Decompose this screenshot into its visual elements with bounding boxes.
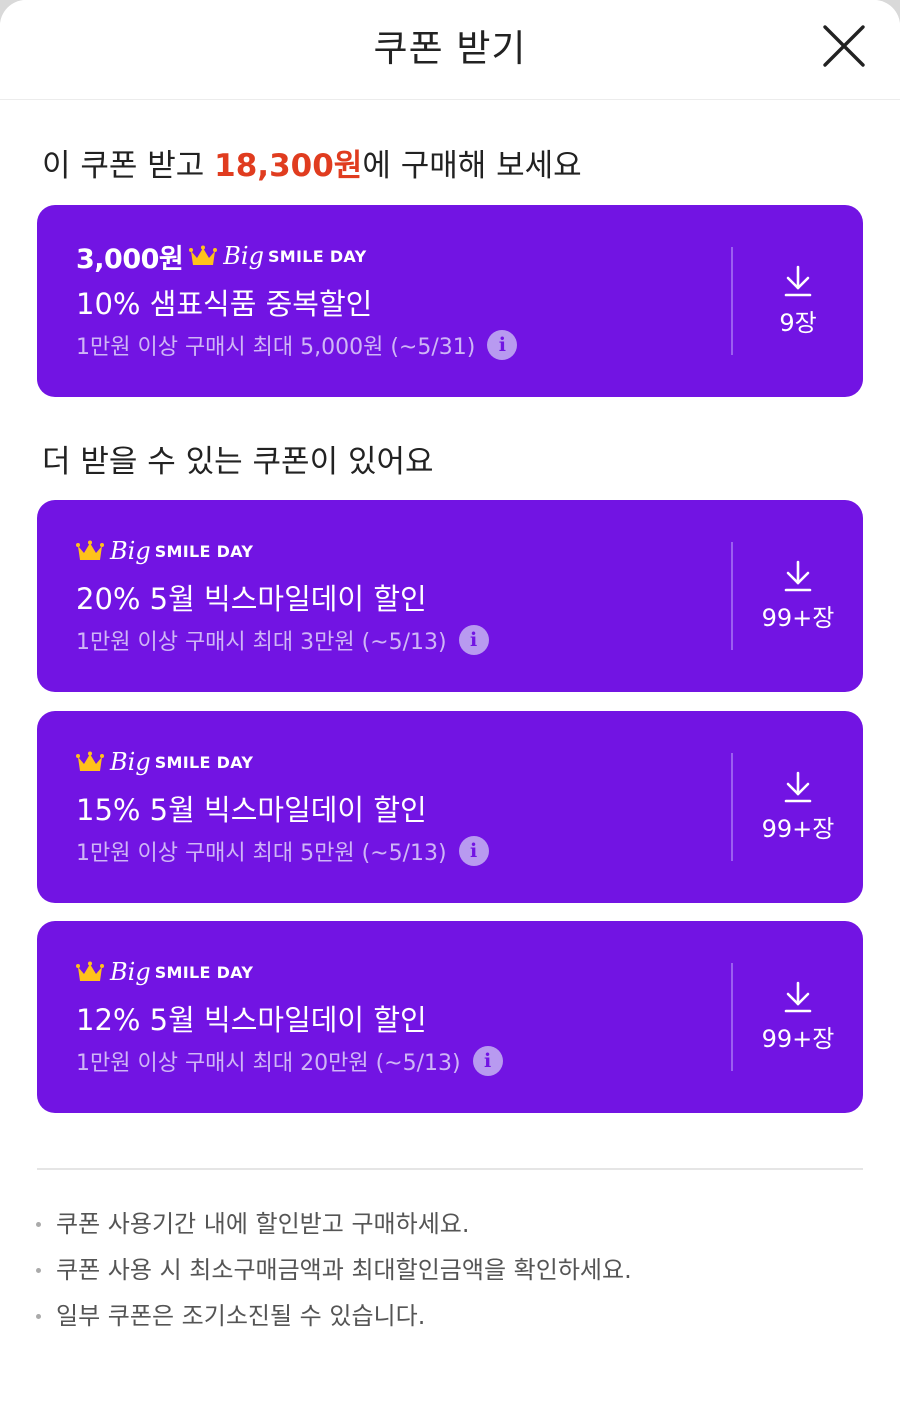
coupon-condition-text: 1만원 이상 구매시 최대 20만원 (~5/13) bbox=[76, 1051, 461, 1076]
coupon-condition-text: 1만원 이상 구매시 최대 3만원 (~5/13) bbox=[76, 630, 447, 655]
crown-icon bbox=[76, 961, 104, 981]
coupon-title: 12% 5월 빅스마일데이 할인 bbox=[76, 1003, 427, 1037]
note-item: 쿠폰 사용 시 최소구매금액과 최대할인금액을 확인하세요. bbox=[36, 1251, 632, 1297]
coupon-count: 99+장 bbox=[761, 814, 835, 843]
final-price: 18,300원 bbox=[214, 148, 363, 184]
close-button[interactable] bbox=[820, 22, 868, 70]
coupon-brand-row: Big SMILE DAY bbox=[76, 955, 713, 989]
heading-suffix: 에 구매해 보세요 bbox=[362, 148, 582, 184]
coupon-card[interactable]: Big SMILE DAY 12% 5월 빅스마일데이 할인 1만원 이상 구매… bbox=[37, 921, 863, 1113]
coupon-condition: 1만원 이상 구매시 최대 20만원 (~5/13) i bbox=[76, 1045, 713, 1077]
notes-divider bbox=[37, 1168, 863, 1170]
coupon-info: 3,000원 Big SMILE DAY 10% 샘표식품 중복할인 1만원 이… bbox=[76, 239, 713, 361]
coupon-count: 99+장 bbox=[761, 1024, 835, 1053]
brand-big: Big bbox=[223, 242, 264, 270]
brand-smile-day: SMILE DAY bbox=[154, 541, 254, 561]
brand-big: Big bbox=[110, 748, 151, 776]
coupon-title: 10% 샘표식품 중복할인 bbox=[76, 287, 373, 321]
download-icon bbox=[784, 771, 812, 802]
coupon-amount: 3,000원 bbox=[76, 243, 184, 275]
info-icon[interactable]: i bbox=[487, 330, 518, 360]
coupon-card[interactable]: 3,000원 Big SMILE DAY 10% 샘표식품 중복할인 1만원 이… bbox=[37, 205, 863, 397]
coupon-count: 9장 bbox=[779, 308, 817, 337]
download-icon bbox=[784, 981, 812, 1012]
sheet-header: 쿠폰 받기 bbox=[0, 0, 900, 100]
applied-coupon-heading: 이 쿠폰 받고 18,300원에 구매해 보세요 bbox=[42, 140, 582, 185]
coupon-card[interactable]: Big SMILE DAY 15% 5월 빅스마일데이 할인 1만원 이상 구매… bbox=[37, 711, 863, 903]
coupon-info: Big SMILE DAY 12% 5월 빅스마일데이 할인 1만원 이상 구매… bbox=[76, 955, 713, 1077]
close-icon bbox=[823, 25, 865, 67]
download-coupon-button[interactable]: 99+장 bbox=[733, 711, 863, 903]
coupon-title: 15% 5월 빅스마일데이 할인 bbox=[76, 793, 427, 827]
coupon-condition-text: 1만원 이상 구매시 최대 5만원 (~5/13) bbox=[76, 841, 447, 866]
info-icon[interactable]: i bbox=[472, 1046, 503, 1076]
info-icon[interactable]: i bbox=[458, 836, 489, 866]
info-icon[interactable]: i bbox=[458, 625, 489, 655]
download-coupon-button[interactable]: 99+장 bbox=[733, 921, 863, 1113]
coupon-condition: 1만원 이상 구매시 최대 3만원 (~5/13) i bbox=[76, 624, 713, 656]
download-icon bbox=[784, 265, 812, 296]
heading-prefix: 이 쿠폰 받고 bbox=[42, 148, 215, 184]
coupon-info: Big SMILE DAY 15% 5월 빅스마일데이 할인 1만원 이상 구매… bbox=[76, 745, 713, 867]
brand-big: Big bbox=[110, 958, 151, 986]
brand-smile-day: SMILE DAY bbox=[154, 752, 254, 772]
brand-smile-day: SMILE DAY bbox=[267, 246, 367, 266]
brand-smile-day: SMILE DAY bbox=[154, 962, 254, 982]
notes-list: 쿠폰 사용기간 내에 할인받고 구매하세요. 쿠폰 사용 시 최소구매금액과 최… bbox=[36, 1205, 632, 1343]
coupon-info: Big SMILE DAY 20% 5월 빅스마일데이 할인 1만원 이상 구매… bbox=[76, 534, 713, 656]
coupon-condition: 1만원 이상 구매시 최대 5,000원 (~5/31) i bbox=[76, 329, 713, 361]
coupon-condition-text: 1만원 이상 구매시 최대 5,000원 (~5/31) bbox=[76, 335, 476, 360]
note-item: 쿠폰 사용기간 내에 할인받고 구매하세요. bbox=[36, 1205, 632, 1251]
coupon-card[interactable]: Big SMILE DAY 20% 5월 빅스마일데이 할인 1만원 이상 구매… bbox=[37, 500, 863, 692]
crown-icon bbox=[76, 540, 104, 560]
more-coupons-heading: 더 받을 수 있는 쿠폰이 있어요 bbox=[42, 444, 434, 480]
crown-icon bbox=[189, 245, 218, 265]
coupon-brand-row: 3,000원 Big SMILE DAY bbox=[76, 239, 713, 275]
download-coupon-button[interactable]: 9장 bbox=[733, 205, 863, 397]
coupon-title: 20% 5월 빅스마일데이 할인 bbox=[76, 582, 427, 616]
coupon-condition: 1만원 이상 구매시 최대 5만원 (~5/13) i bbox=[76, 835, 713, 867]
coupon-brand-row: Big SMILE DAY bbox=[76, 534, 713, 568]
coupon-brand-row: Big SMILE DAY bbox=[76, 745, 713, 779]
download-coupon-button[interactable]: 99+장 bbox=[733, 500, 863, 692]
download-icon bbox=[784, 560, 812, 591]
coupon-sheet: 쿠폰 받기 이 쿠폰 받고 18,300원에 구매해 보세요 3,000원 Bi… bbox=[0, 0, 900, 1412]
note-item: 일부 쿠폰은 조기소진될 수 있습니다. bbox=[36, 1297, 632, 1343]
brand-big: Big bbox=[110, 537, 151, 565]
page-title: 쿠폰 받기 bbox=[373, 27, 527, 70]
coupon-count: 99+장 bbox=[761, 603, 835, 632]
crown-icon bbox=[76, 751, 104, 771]
